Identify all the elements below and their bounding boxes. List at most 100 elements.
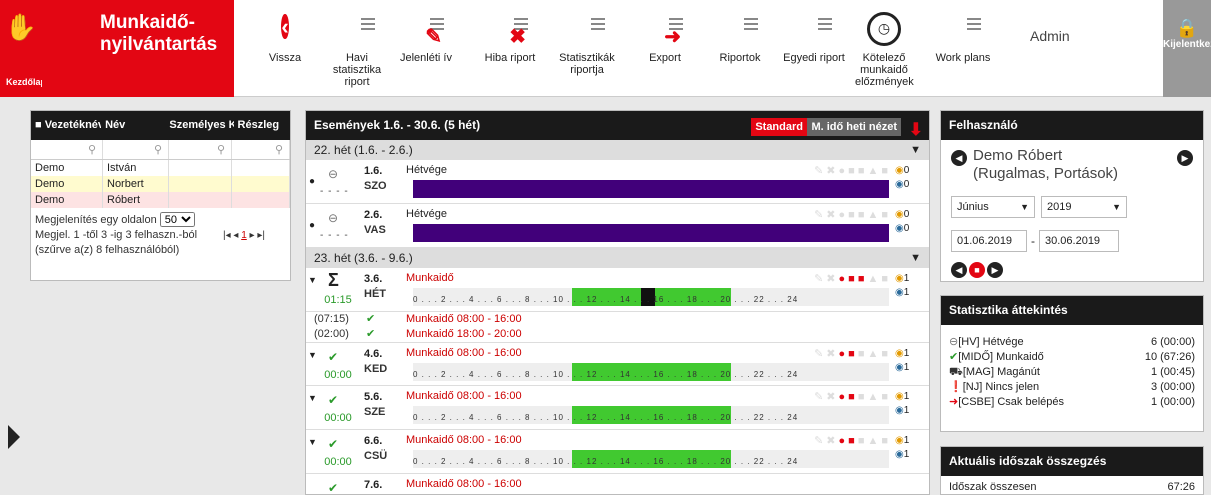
monthly-report-button[interactable]: Havi statisztika riport [330, 0, 384, 97]
side-panel-toggle[interactable] [8, 425, 20, 449]
day-date: 4.6. [364, 348, 383, 360]
day-row[interactable]: ● ⊖ - - - - 2.6. VAS Hétvége ✎✖●■■▲■ ◉0 ◉… [306, 204, 929, 248]
check-icon: ✔ [366, 313, 376, 325]
user-group: (Rugalmas, Portások) [973, 165, 1119, 182]
standard-view-button[interactable]: Standard [751, 118, 807, 136]
day-date: 2.6. [364, 209, 383, 221]
counters: ◉0 ◉0 [895, 209, 910, 234]
stats-row: ➜[CSBE] Csak belépés 1 (00:00) [949, 396, 1195, 408]
collapse-icon[interactable]: ▼ [308, 350, 317, 360]
day-time: 00:00 [324, 369, 352, 381]
date-to-input[interactable]: 30.06.2019 [1039, 230, 1119, 252]
reports-button[interactable]: Riportok [715, 0, 765, 97]
custom-report-label: Egyedi riport [783, 52, 845, 64]
top-toolbar: ✋ Kezdőlap Munkaidő-nyilvántartás ‹ Viss… [0, 0, 1211, 97]
counters: ◉1 ◉1 [895, 348, 910, 373]
error-report-label: Hiba riport [484, 52, 536, 64]
prev-user-icon[interactable]: ◀ [951, 150, 967, 166]
col-department[interactable]: Részleg [234, 111, 290, 140]
col-lastname[interactable]: ■ Vezetéknév [31, 111, 101, 140]
filter-text: (szűrve a(z) 8 felhasználóból) [35, 244, 180, 256]
summary-title: Aktuális időszak összegzés [941, 447, 1203, 476]
current-period-icon[interactable]: ■ [969, 262, 985, 278]
next-period-icon[interactable]: ▶ [987, 262, 1003, 278]
car-icon: ⛟ [949, 366, 963, 378]
timeline-bar: 0 . . . 2 . . . 4 . . . 6 . . . 8 . . . … [413, 406, 889, 424]
error-report-button[interactable]: ✖ Hiba riport [482, 0, 538, 97]
sub-entry[interactable]: (07:15) ✔ Munkaidő 08:00 - 16:00 [306, 312, 929, 327]
back-label: Vissza [268, 52, 302, 64]
sub-entry[interactable]: (02:00) ✔ Munkaidő 18:00 - 20:00 [306, 327, 929, 342]
worktime-history-label: Kötelező munkaidő előzmények [855, 52, 914, 88]
collapse-icon[interactable]: ▼ [308, 437, 317, 447]
day-action-icons[interactable]: ✎✖●■■▲■ [814, 208, 891, 221]
table-row[interactable]: Demo István [31, 160, 290, 176]
day-action-icons[interactable]: ✎✖●■■▲■ [814, 347, 891, 360]
stats-title: Statisztika áttekintés [941, 296, 1203, 325]
day-weekday: HÉT [364, 288, 386, 300]
table-row[interactable]: Demo Róbert [31, 192, 290, 208]
no-time-text: - - - - [320, 230, 349, 241]
page-size-select[interactable]: 50 [159, 212, 195, 227]
collapse-icon[interactable]: ▼ [308, 393, 317, 403]
month-select[interactable]: Június ▼ [951, 196, 1035, 218]
day-date: 7.6. [364, 479, 383, 491]
search-icon[interactable]: ⚲ [31, 140, 103, 159]
day-action-icons[interactable]: ✎✖●■■▲■ [814, 390, 891, 403]
caret-down-icon: ▼ [910, 144, 921, 156]
day-action-icons[interactable]: ✎✖●■■▲■ [814, 164, 891, 177]
col-name[interactable]: Név [101, 111, 165, 140]
day-title: Munkaidő [406, 272, 454, 284]
attendance-label: Jelenléti ív [400, 52, 452, 64]
cell-lastname: Demo [31, 192, 103, 208]
search-icon[interactable]: ⚲ [232, 140, 290, 159]
no-time-text: - - - - [320, 186, 349, 197]
home-button[interactable]: ✋ Kezdőlap [0, 0, 46, 97]
current-user: Admin [1030, 28, 1070, 44]
day-weekday: KED [364, 363, 388, 375]
table-footer: Megjelenítés egy oldalon 50 Megjel. 1 -t… [31, 208, 290, 262]
export-label: Export [649, 52, 681, 64]
prev-period-icon[interactable]: ◀ [951, 262, 967, 278]
day-row[interactable]: ▼ ✔ 00:00 6.6. CSÜ Munkaidő 08:00 - 16:0… [306, 430, 929, 474]
back-button[interactable]: ‹ Vissza [262, 0, 308, 97]
work-plans-button[interactable]: Work plans [933, 0, 993, 97]
export-button[interactable]: ➜ Export [642, 0, 688, 97]
table-row[interactable]: Demo Norbert [31, 176, 290, 192]
logout-button[interactable]: 🔒 Kijelentkezés [1163, 0, 1211, 97]
date-from-input[interactable]: 01.06.2019 [951, 230, 1027, 252]
user-name: Demo Róbert [973, 147, 1063, 164]
day-row[interactable]: ✔ 7.6. Munkaidő 08:00 - 16:00 [306, 474, 929, 494]
range-text: Megjel. 1 -től 3 -ig 3 felhaszn.-ból [35, 229, 198, 241]
day-row[interactable]: ▼ ✔ 00:00 5.6. SZE Munkaidő 08:00 - 16:0… [306, 386, 929, 430]
timeline-bar: 0 . . . 2 . . . 4 . . . 6 . . . 8 . . . … [413, 288, 889, 306]
day-action-icons[interactable]: ✎✖●■■▲■ [814, 272, 891, 285]
day-row[interactable]: ▼ ✔ 00:00 4.6. KED Munkaidő 08:00 - 16:0… [306, 342, 929, 386]
day-action-icons[interactable]: ✎✖●■■▲■ [814, 434, 891, 447]
logout-label: Kijelentkezés [1163, 39, 1211, 50]
collapse-icon[interactable]: ▼ [308, 275, 317, 285]
attendance-button[interactable]: ✎ Jelenléti ív [397, 0, 455, 97]
day-title: Munkaidő 08:00 - 16:00 [406, 434, 522, 446]
col-personal-code[interactable]: Személyes Kód [165, 111, 233, 140]
day-row[interactable]: ● ⊖ - - - - 1.6. SZO Hétvége ✎✖●■■▲■ ◉0 ◉… [306, 160, 929, 204]
week-header[interactable]: 22. hét (1.6. - 2.6.) ▼ [306, 140, 929, 160]
year-select[interactable]: 2019 ▼ [1041, 196, 1127, 218]
hand-logo-icon: ✋ [4, 12, 38, 42]
stats-report-button[interactable]: Statisztikák riportja [556, 0, 618, 97]
search-icon[interactable]: ⚲ [103, 140, 169, 159]
day-row[interactable]: ▼ Σ 01:15 3.6. HÉT Munkaidő ✎✖●■■▲■ ◉1 ◉1… [306, 268, 929, 312]
cell-name: István [103, 160, 169, 176]
weekly-view-button[interactable]: M. idő heti nézet [807, 118, 901, 136]
search-icon[interactable]: ⚲ [169, 140, 232, 159]
user-panel-title: Felhasználó [941, 111, 1203, 140]
next-user-icon[interactable]: ▶ [1177, 150, 1193, 166]
minus-circle-icon: ⊖ [327, 211, 339, 225]
week-header[interactable]: 23. hét (3.6. - 9.6.) ▼ [306, 248, 929, 268]
day-time: 00:00 [324, 412, 352, 424]
pager[interactable]: |◂ ◂ 1 ▸ ▸| [223, 228, 265, 243]
cell-name: Róbert [103, 192, 169, 208]
minus-circle-icon: ⊖ [949, 336, 959, 348]
worktime-history-button[interactable]: ◷ Kötelező munkaidő előzmények [855, 0, 914, 97]
custom-report-button[interactable]: Egyedi riport [780, 0, 848, 97]
